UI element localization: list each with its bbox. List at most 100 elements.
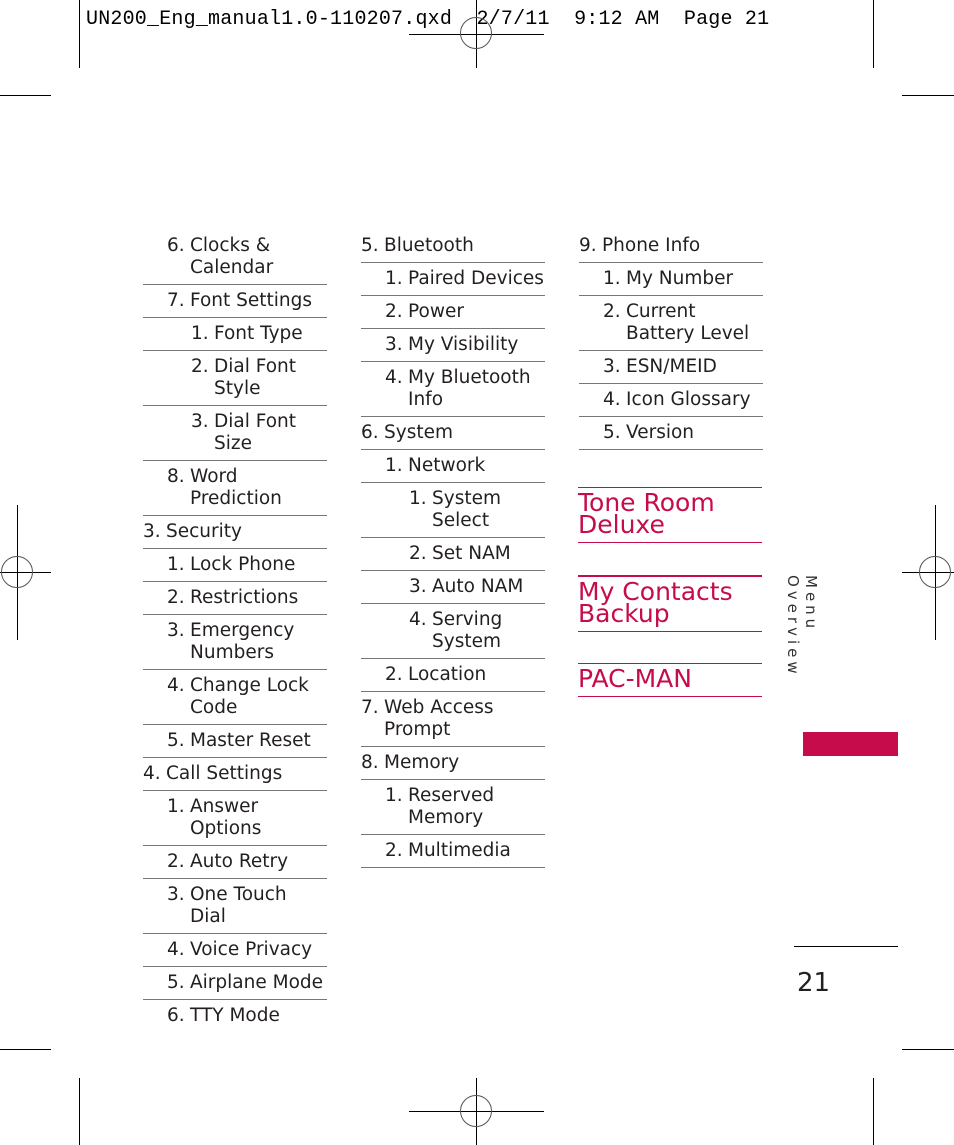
crop-mark xyxy=(873,0,874,68)
menu-item: 4. Voice Privacy xyxy=(143,934,327,967)
menu-item-number: 6. xyxy=(167,1005,185,1026)
menu-item: 4. Icon Glossary xyxy=(579,384,763,417)
menu-item: 1. System Select xyxy=(361,483,545,538)
print-slug: UN200_Eng_manual1.0-110207.qxd 2/7/11 9:… xyxy=(86,8,770,31)
menu-item-label: TTY Mode xyxy=(190,1005,280,1026)
menu-item-number: 6. xyxy=(361,422,379,443)
menu-item-number: 4. xyxy=(167,675,185,696)
menu-item-number: 1. xyxy=(409,488,427,509)
menu-item-number: 2. xyxy=(409,543,427,564)
menu-item-label: My Bluetooth Info xyxy=(408,367,531,410)
menu-item-label: Call Settings xyxy=(166,763,283,784)
menu-item-number: 3. xyxy=(191,411,209,432)
menu-item-label: Location xyxy=(408,664,487,685)
crop-mark xyxy=(902,95,954,96)
menu-item-label: System Select xyxy=(432,488,501,531)
menu-item: 3. Security xyxy=(143,516,327,549)
menu-item-label: Serving System xyxy=(432,609,503,652)
registration-mark xyxy=(919,556,951,588)
menu-item-number: 5. xyxy=(167,730,185,751)
menu-item-label: Restrictions xyxy=(190,587,299,608)
menu-item-label: Version xyxy=(626,422,695,443)
app-item: PAC-MAN xyxy=(578,663,762,697)
menu-item: 4. My Bluetooth Info xyxy=(361,362,545,417)
menu-item-label: Voice Privacy xyxy=(190,939,313,960)
menu-item-number: 4. xyxy=(385,367,403,388)
menu-item: 4. Call Settings xyxy=(143,758,327,791)
menu-item: 5. Master Reset xyxy=(143,725,327,758)
menu-column-2: 5. Bluetooth 1. Paired Devices 2. Power 3. My V… xyxy=(361,230,545,868)
menu-item-label: Airplane Mode xyxy=(190,972,324,993)
menu-item: 3. Auto NAM xyxy=(361,571,545,604)
menu-item: 5. Version xyxy=(579,417,763,450)
crop-mark xyxy=(79,0,80,68)
menu-item-number: 8. xyxy=(167,466,185,487)
menu-item-label: ESN/MEID xyxy=(626,356,717,377)
menu-item-label: Memory xyxy=(384,752,460,773)
menu-item-label: Reserved Memory xyxy=(408,785,495,828)
menu-item: 6. System xyxy=(361,417,545,450)
menu-item: 3. My Visibility xyxy=(361,329,545,362)
menu-item-label: Bluetooth xyxy=(384,235,474,256)
menu-item-number: 6. xyxy=(167,235,185,256)
menu-item-number: 5. xyxy=(603,422,621,443)
menu-item: 3. ESN/MEID xyxy=(579,351,763,384)
menu-item-number: 1. xyxy=(385,268,403,289)
menu-item-label: Auto NAM xyxy=(432,576,524,597)
registration-mark xyxy=(460,1095,492,1127)
menu-item: 1. Font Type xyxy=(143,318,327,351)
menu-item-number: 2. xyxy=(603,301,621,322)
menu-item-number: 3. xyxy=(409,576,427,597)
menu-item-number: 3. xyxy=(385,334,403,355)
menu-item-label: Network xyxy=(408,455,486,476)
menu-item: 3. Emergency Numbers xyxy=(143,615,327,670)
menu-item-number: 4. xyxy=(167,939,185,960)
menu-item: 1. My Number xyxy=(579,263,763,296)
menu-item-label: Power xyxy=(408,301,464,322)
menu-item-number: 5. xyxy=(167,972,185,993)
menu-item-number: 2. xyxy=(191,356,209,377)
menu-item-label: Auto Retry xyxy=(190,851,289,872)
registration-mark xyxy=(1,556,33,588)
menu-item: 1. Lock Phone xyxy=(143,549,327,582)
menu-item-number: 1. xyxy=(385,785,403,806)
menu-item-label: Web Access Prompt xyxy=(384,697,494,740)
section-label: Menu Overview xyxy=(784,575,820,678)
menu-item-number: 2. xyxy=(167,851,185,872)
menu-item-label: Answer Options xyxy=(190,796,262,839)
menu-item-label: Emergency Numbers xyxy=(190,620,295,663)
menu-item-label: Dial Font Size xyxy=(214,411,297,454)
menu-item-label: System xyxy=(384,422,453,443)
menu-item: 2. Dial Font Style xyxy=(143,351,327,406)
menu-item: 7. Font Settings xyxy=(143,285,327,318)
menu-item-label: Clocks & Calendar xyxy=(190,235,274,278)
menu-item-number: 7. xyxy=(361,697,379,718)
menu-item: 7. Web Access Prompt xyxy=(361,692,545,747)
menu-item: 2. Auto Retry xyxy=(143,846,327,879)
menu-item: 1. Reserved Memory xyxy=(361,780,545,835)
menu-item-number: 1. xyxy=(167,554,185,575)
menu-item-label: Security xyxy=(166,521,242,542)
menu-item-number: 5. xyxy=(361,235,379,256)
menu-item-label: Dial Font Style xyxy=(214,356,297,399)
menu-item-label: One Touch Dial xyxy=(190,884,287,927)
app-item: Tone Room Deluxe xyxy=(578,487,762,543)
menu-item-label: Current Battery Level xyxy=(626,301,750,344)
menu-item-number: 3. xyxy=(167,620,185,641)
menu-item: 1. Paired Devices xyxy=(361,263,545,296)
menu-item-label: Change Lock Code xyxy=(190,675,309,718)
menu-item: 6. TTY Mode xyxy=(143,1000,327,1032)
menu-item: 2. Location xyxy=(361,659,545,692)
menu-item: 4. Serving System xyxy=(361,604,545,659)
menu-item: 2. Restrictions xyxy=(143,582,327,615)
menu-item: 8. Word Prediction xyxy=(143,461,327,516)
menu-item-number: 4. xyxy=(409,609,427,630)
menu-item-label: Font Type xyxy=(214,323,303,344)
crop-mark xyxy=(0,1049,51,1050)
menu-item-number: 4. xyxy=(143,763,161,784)
menu-item-number: 2. xyxy=(385,301,403,322)
menu-item-number: 3. xyxy=(143,521,161,542)
menu-item-label: Phone Info xyxy=(602,235,701,256)
menu-item: 6. Clocks & Calendar xyxy=(143,230,327,285)
section-tab-marker xyxy=(803,732,898,756)
